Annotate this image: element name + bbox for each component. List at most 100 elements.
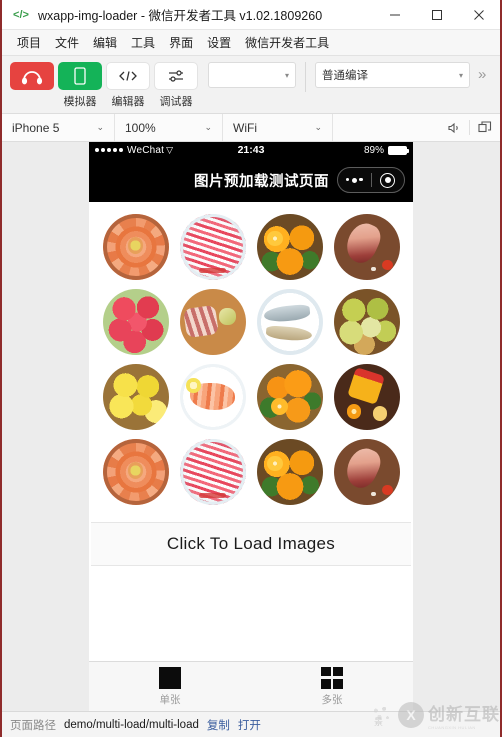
image-grid — [89, 202, 413, 512]
sliders-icon — [154, 62, 198, 90]
phone-status-bar: WeChat ▽ 21:43 89% — [89, 142, 413, 158]
toolbar-buttons: 模拟器 编辑器 调试器 — [10, 62, 198, 109]
status-bar-right: 89% — [264, 145, 410, 156]
zoom-level-value: 100% — [125, 120, 156, 135]
toolbar-divider — [305, 62, 306, 92]
carrier-label: WeChat — [127, 144, 165, 156]
status-bar-left: WeChat ▽ — [95, 145, 238, 156]
editor-button[interactable]: 编辑器 — [106, 62, 150, 109]
chevron-double-right-icon[interactable]: » — [478, 62, 486, 88]
square-icon — [159, 666, 181, 689]
food-image-bacon-2[interactable] — [176, 435, 249, 508]
window-title: wxapp-img-loader - 微信开发者工具 v1.02.1809260 — [38, 9, 323, 23]
capsule-menu-button[interactable] — [338, 177, 371, 183]
food-image-lamb-chops[interactable] — [176, 285, 249, 358]
food-image-apples[interactable] — [99, 285, 172, 358]
phone-nav-bar: 图片预加载测试页面 — [89, 158, 413, 202]
food-image-lemons[interactable] — [99, 360, 172, 433]
compile-mode-select[interactable]: 普通编译 ▾ — [315, 62, 470, 88]
phone-icon — [58, 62, 102, 90]
code-brackets-icon: </> — [13, 8, 29, 21]
chevron-down-icon: ⌄ — [204, 122, 212, 132]
menu-item-interface[interactable]: 界面 — [162, 30, 200, 56]
image-thumb — [179, 213, 246, 280]
debugger-label: 调试器 — [159, 96, 193, 108]
minimize-button[interactable] — [374, 0, 416, 30]
watermark: X 创新互联 CHUANGXIN HULIAN — [368, 700, 500, 730]
zoom-level-select[interactable]: 100% ⌄ — [115, 114, 223, 141]
device-model-value: iPhone 5 — [12, 120, 60, 135]
phone-body: Click To Load Images 单张 多张 — [89, 202, 413, 711]
image-thumb — [256, 363, 323, 430]
open-path-button[interactable]: 打开 — [238, 717, 261, 733]
menu-item-edit[interactable]: 编辑 — [86, 30, 124, 56]
chevron-down-icon: ▾ — [458, 70, 463, 80]
food-image-oranges-3[interactable] — [253, 435, 326, 508]
audio-tool-button[interactable] — [10, 62, 54, 93]
phone-simulator: WeChat ▽ 21:43 89% 图片预加载测试页面 Click To Lo… — [89, 142, 413, 711]
image-thumb — [179, 288, 246, 355]
simulator-button[interactable]: 模拟器 — [58, 62, 102, 109]
phone-tab-bar: 单张 多张 — [89, 661, 413, 711]
bottom-status-bar: 页面路径 demo/multi-load/multi-load 复制 打开 X … — [2, 702, 500, 737]
image-thumb — [256, 288, 323, 355]
image-thumb — [102, 363, 169, 430]
app-window: </> wxapp-img-loader - 微信开发者工具 v1.02.180… — [0, 0, 502, 737]
food-image-oranges[interactable] — [253, 210, 326, 283]
battery-icon — [388, 145, 410, 155]
load-images-button[interactable]: Click To Load Images — [91, 522, 411, 566]
menu-item-settings[interactable]: 设置 — [200, 30, 238, 56]
image-thumb — [333, 438, 400, 505]
tab-single[interactable]: 单张 — [89, 662, 251, 711]
page-path-value: demo/multi-load/multi-load — [64, 718, 199, 731]
maximize-button[interactable] — [416, 0, 458, 30]
watermark-subtext: CHUANGXIN HULIAN — [428, 725, 476, 730]
close-button[interactable] — [458, 0, 500, 30]
mute-icon[interactable] — [439, 114, 469, 141]
image-thumb — [256, 213, 323, 280]
food-image-oranges-2[interactable] — [253, 360, 326, 433]
device-bar-spacer — [333, 114, 439, 141]
grid-icon — [321, 666, 343, 689]
image-thumb — [256, 438, 323, 505]
status-bar-time: 21:43 — [237, 144, 265, 156]
code-icon — [106, 62, 150, 90]
food-image-salmon-2[interactable] — [99, 435, 172, 508]
content-blank-area — [89, 566, 413, 661]
capsule-close-button[interactable] — [372, 172, 405, 188]
image-thumb — [179, 438, 246, 505]
device-model-select[interactable]: iPhone 5 ⌄ — [2, 114, 115, 141]
food-image-pears[interactable] — [330, 285, 403, 358]
detach-window-icon[interactable] — [470, 114, 500, 141]
ellipsis-icon — [345, 177, 363, 183]
chevron-down-icon: ▾ — [284, 70, 289, 80]
menu-item-tools[interactable]: 工具 — [124, 30, 162, 56]
food-image-fish[interactable] — [253, 285, 326, 358]
network-select[interactable]: WiFi ⌄ — [223, 114, 333, 141]
food-image-juice[interactable] — [330, 360, 403, 433]
network-value: WiFi — [233, 120, 257, 135]
tab-single-label: 单张 — [159, 693, 181, 706]
wechat-capsule[interactable] — [337, 167, 405, 193]
debugger-button[interactable]: 调试器 — [154, 62, 198, 109]
food-image-lamb-leg-2[interactable] — [330, 435, 403, 508]
editor-label: 编辑器 — [111, 96, 145, 108]
menu-item-project[interactable]: 项目 — [10, 30, 48, 56]
toolbar: 模拟器 编辑器 调试器 ▾ 普通编译 ▾ » — [2, 56, 500, 114]
menu-item-devtools[interactable]: 微信开发者工具 — [238, 30, 336, 56]
image-thumb — [102, 213, 169, 280]
watermark-logo-icon: X — [398, 702, 424, 728]
menu-item-file[interactable]: 文件 — [48, 30, 86, 56]
food-image-lamb-leg[interactable] — [330, 210, 403, 283]
image-thumb — [333, 288, 400, 355]
copy-path-button[interactable]: 复制 — [207, 717, 230, 733]
watermark-text: 创新互联 — [428, 705, 500, 724]
chevron-down-icon: ⌄ — [314, 122, 322, 132]
blank-select[interactable]: ▾ — [208, 62, 296, 88]
simulator-label: 模拟器 — [63, 96, 97, 108]
page-path-label: 页面路径 — [10, 719, 56, 732]
food-image-shrimp[interactable] — [176, 360, 249, 433]
food-image-bacon[interactable] — [176, 210, 249, 283]
watermark-text-block: 创新互联 CHUANGXIN HULIAN — [428, 700, 500, 730]
food-image-salmon[interactable] — [99, 210, 172, 283]
